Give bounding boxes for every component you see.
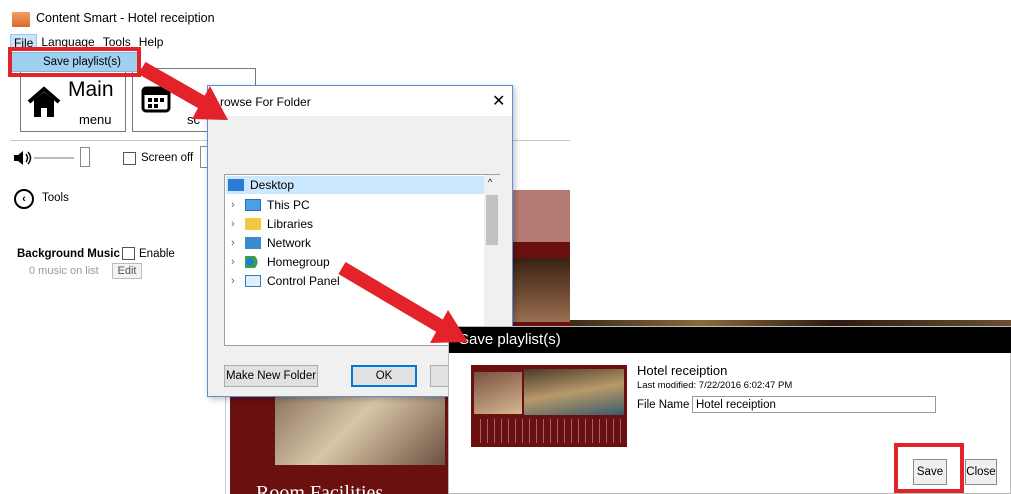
annotation-arrows — [138, 61, 468, 343]
arrow-icon — [338, 261, 468, 343]
arrow-icon — [138, 61, 228, 120]
